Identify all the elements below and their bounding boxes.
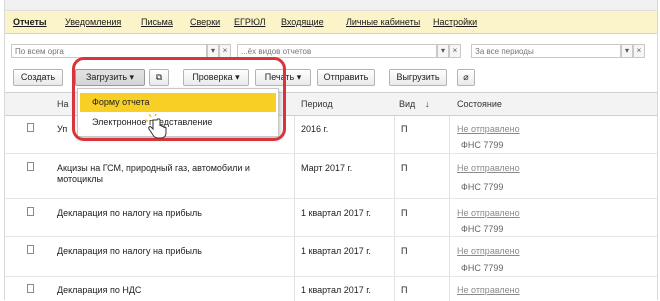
row-recipient: ФНС 7799 (461, 224, 504, 234)
document-icon (27, 245, 34, 254)
row-name: Декларация по налогу на прибыль (57, 246, 202, 256)
report-kind-clear-button[interactable]: × (449, 44, 461, 58)
row-name: Уп (57, 124, 68, 134)
organization-filter[interactable] (11, 44, 207, 58)
row-period: 2016 г. (301, 124, 329, 134)
table-row[interactable]: Декларация по НДС 1 квартал 2017 г. П Не… (5, 276, 657, 301)
header-kind[interactable]: Вид (399, 99, 415, 109)
app-window: Отчеты Уведомления Письма Сверки ЕГРЮЛ В… (4, 0, 658, 301)
report-kind-filter[interactable] (237, 44, 437, 58)
row-kind: П (401, 246, 408, 256)
table-row[interactable]: Декларация по налогу на прибыль 1 кварта… (5, 236, 657, 277)
create-button[interactable]: Создать (13, 69, 63, 86)
header-name[interactable]: На (57, 99, 69, 109)
row-period: 1 квартал 2017 г. (301, 285, 371, 295)
document-icon (27, 284, 34, 293)
document-icon (27, 162, 34, 171)
document-icon (27, 123, 34, 132)
row-state-link[interactable]: Не отправлено (457, 163, 520, 174)
header-period[interactable]: Период (301, 99, 333, 109)
title-strip (5, 0, 657, 11)
row-name: Декларация по налогу на прибыль (57, 208, 202, 218)
row-period: Март 2017 г. (301, 163, 353, 173)
row-recipient: ФНС 7799 (461, 182, 504, 192)
tab-personal-accounts[interactable]: Личные кабинеты (346, 17, 420, 27)
attachment-icon[interactable]: ⌀ (457, 69, 475, 86)
row-state-link[interactable]: Не отправлено (457, 124, 520, 135)
row-recipient: ФНС 7799 (461, 263, 504, 273)
row-kind: П (401, 285, 408, 295)
annotation-highlight (72, 57, 286, 141)
row-period: 1 квартал 2017 г. (301, 208, 371, 218)
row-kind: П (401, 124, 408, 134)
table-row[interactable]: Декларация по налогу на прибыль 1 кварта… (5, 198, 657, 237)
row-period: 1 квартал 2017 г. (301, 246, 371, 256)
send-button[interactable]: Отправить (317, 69, 375, 86)
period-clear-button[interactable]: × (633, 44, 645, 58)
tab-reports[interactable]: Отчеты (13, 17, 47, 27)
sort-desc-icon[interactable]: ↓ (425, 99, 430, 109)
row-name: Декларация по НДС (57, 285, 142, 295)
tab-incoming[interactable]: Входящие (281, 17, 324, 27)
row-state-link[interactable]: Не отправлено (457, 208, 520, 219)
row-recipient: ФНС 7799 (461, 140, 504, 150)
tab-settings[interactable]: Настройки (433, 17, 477, 27)
period-filter[interactable] (471, 44, 621, 58)
tab-notifications[interactable]: Уведомления (65, 17, 121, 27)
row-state-link[interactable]: Не отправлено (457, 246, 520, 257)
report-kind-dropdown-button[interactable]: ▾ (437, 44, 449, 58)
row-state-link[interactable]: Не отправлено (457, 285, 520, 296)
tab-reconciliations[interactable]: Сверки (190, 17, 220, 27)
header-state[interactable]: Состояние (457, 99, 502, 109)
tab-egrul[interactable]: ЕГРЮЛ (234, 17, 265, 27)
row-name: Акцизы на ГСМ, природный газ, автомобили… (57, 163, 250, 184)
unload-button[interactable]: Выгрузить (389, 69, 447, 86)
organization-clear-button[interactable]: × (219, 44, 231, 58)
document-icon (27, 207, 34, 216)
tab-letters[interactable]: Письма (141, 17, 173, 27)
organization-dropdown-button[interactable]: ▾ (207, 44, 219, 58)
hand-cursor-icon (145, 114, 167, 139)
table-row[interactable]: Акцизы на ГСМ, природный газ, автомобили… (5, 153, 657, 199)
period-dropdown-button[interactable]: ▾ (621, 44, 633, 58)
row-kind: П (401, 163, 408, 173)
row-kind: П (401, 208, 408, 218)
section-tabs: Отчеты Уведомления Письма Сверки ЕГРЮЛ В… (5, 11, 657, 34)
